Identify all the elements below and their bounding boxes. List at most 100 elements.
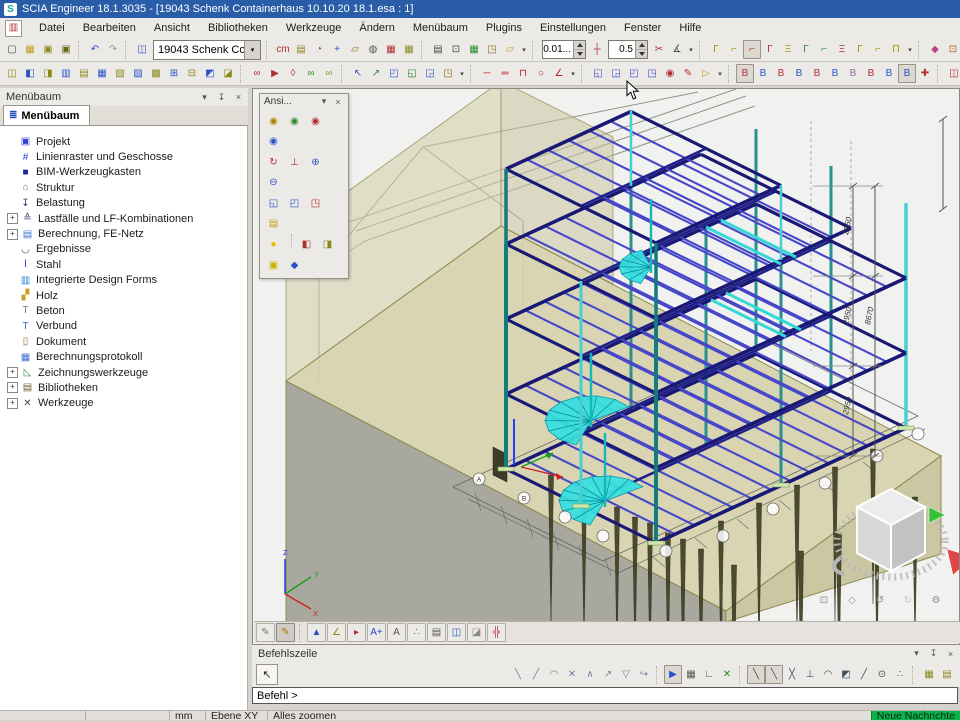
new-messages-badge[interactable]: Neue Nachrichte [871,711,960,720]
mesh-icon[interactable]: ◍ [364,40,382,59]
view-cube-icon[interactable]: ◇ [843,591,861,610]
labels-flag-icon[interactable]: ▸ [347,623,366,642]
sidebar-item-zeichnungswerkzeuge[interactable]: +◺Zeichnungswerkzeuge [0,365,247,380]
section-rect-icon[interactable]: ◫ [3,64,21,83]
bim-filter-icon[interactable]: B [862,64,880,83]
more-options-caret[interactable]: ▾ [686,41,696,58]
bim-convert-icon[interactable]: B [826,64,844,83]
export-icon[interactable]: ◳ [483,40,501,59]
expand-icon[interactable]: + [7,367,18,378]
menu-item-datei[interactable]: Datei [30,20,74,36]
panel-menu-arrow-icon[interactable]: ▾ [909,647,924,661]
snap-node-toggle-icon[interactable]: ┼ [588,40,606,59]
local-axes-icon[interactable]: ∠ [327,623,346,642]
print-icon[interactable]: ▤ [429,40,447,59]
more-options-caret[interactable]: ▾ [905,41,915,58]
user-angle-icon[interactable]: ∡ [668,40,686,59]
snap-line-icon[interactable]: ╲ [509,665,527,684]
dot-grid-icon[interactable]: ▦ [920,665,938,684]
close-icon[interactable]: × [231,90,246,104]
zoom-border-icon[interactable]: ⊡ [815,591,833,610]
crossing-beams-icon[interactable]: Γ [851,40,869,59]
expand-icon[interactable]: + [7,229,18,240]
bim-update-icon[interactable]: B [808,64,826,83]
bim-align-icon[interactable]: B [736,64,754,83]
snap-intersection-icon[interactable]: ╳ [783,665,801,684]
scale-spinner[interactable]: 0.5 [608,40,648,59]
sidebar-item-integrierte-design-forms[interactable]: ▥Integrierte Design Forms [0,273,247,288]
grid-snap-icon[interactable]: ▦ [682,665,700,684]
save-as-icon[interactable]: ▣ [57,40,75,59]
new-project-icon[interactable]: ▢ [3,40,21,59]
menu-item-menübaum[interactable]: Menübaum [404,20,477,36]
select-window-icon[interactable]: ◰ [385,64,403,83]
view-light-3-icon[interactable]: ◉ [305,111,326,131]
copy-multi-icon[interactable]: ◳ [643,64,661,83]
section-general-icon[interactable]: ▩ [147,64,165,83]
sidebar-item-belastung[interactable]: ↧Belastung [0,196,247,211]
pointer-mode-button[interactable]: ↖ [256,664,278,685]
more-options-caret[interactable]: ▾ [519,41,529,58]
zoom-in-icon[interactable]: ⊕ [305,152,326,172]
orbit-vertical-icon[interactable]: ↻ [899,591,917,610]
bim-member-icon[interactable]: B [790,64,808,83]
view-axes-icon[interactable]: ⊥ [284,152,305,172]
menu-item-bibliotheken[interactable]: Bibliotheken [199,20,277,36]
select-workplane-icon[interactable]: ◳ [439,64,457,83]
snap-line-2-icon[interactable]: ╱ [527,665,545,684]
more-options-caret[interactable]: ▾ [715,65,725,82]
sidebar-item-werkzeuge[interactable]: +✕Werkzeuge [0,396,247,411]
spin-down-icon[interactable] [574,50,585,58]
connect-members-icon[interactable]: ⌐ [869,40,887,59]
spin-up-icon[interactable] [636,41,647,50]
draw-rect-icon[interactable]: ⊓ [514,64,532,83]
panel-menu-arrow-icon[interactable]: ▾ [318,95,330,109]
colors-icon[interactable]: ◪ [467,623,486,642]
view-toolbar-header[interactable]: Ansi... ▾ × [260,94,348,109]
section-plate-icon[interactable]: ▨ [129,64,147,83]
pin-icon[interactable]: ↧ [214,90,229,104]
more-options-caret[interactable]: ▾ [457,65,467,82]
zoom-window-icon[interactable]: ◱ [263,193,284,213]
panel-menu-arrow-icon[interactable]: ▾ [197,90,212,104]
sidebar-item-linienraster-und-geschosse[interactable]: #Linienraster und Geschosse [0,149,247,164]
eye-redraw-icon[interactable]: ◉ [661,64,679,83]
snap-curve-icon[interactable]: ↪ [635,665,653,684]
section-u-icon[interactable]: ▥ [57,64,75,83]
section-i-icon[interactable]: ◧ [21,64,39,83]
draw-line-icon[interactable]: ─ [478,64,496,83]
section-viewer-icon[interactable]: ⊡ [944,40,960,59]
chevron-down-icon[interactable]: ▾ [244,41,260,59]
status-plane[interactable]: Ebene XY [206,711,268,720]
pin-icon[interactable]: ↧ [926,647,941,661]
snap-node-icon[interactable]: ◩ [837,665,855,684]
paste-props-icon[interactable]: ◲ [607,64,625,83]
save-icon[interactable]: ▣ [39,40,57,59]
opening-icon[interactable]: ⊟ [183,64,201,83]
member-buckling-icon[interactable]: ◆ [926,40,944,59]
orbit-icon[interactable]: ↺ [871,591,889,610]
cursor-snap-icon[interactable]: ▶ [664,665,682,684]
status-unit[interactable]: mm [170,711,206,720]
snap-perpendicular-icon[interactable]: ⊥ [801,665,819,684]
workspace-panel-icon[interactable]: ◫ [133,40,151,59]
fly-through-icon[interactable]: ▶ [266,64,284,83]
bim-check-icon[interactable]: B [772,64,790,83]
table-input-icon[interactable]: ▦ [400,40,418,59]
expand-icon[interactable]: + [7,398,18,409]
visibility-folder-icon[interactable]: ▤ [263,213,284,233]
bim-compare-icon[interactable]: B [844,64,862,83]
open-project-icon[interactable]: ▦ [21,40,39,59]
sidebar-item-projekt[interactable]: ▣Projekt [0,134,247,149]
view-settings-gear-icon[interactable]: ⚙ [927,591,945,610]
rib-icon[interactable]: ◩ [201,64,219,83]
menu-item-ändern[interactable]: Ändern [350,20,403,36]
support-fixed-icon[interactable]: Γ [797,40,815,59]
snap-arc-icon[interactable]: ◠ [545,665,563,684]
sidebar-item-stahl[interactable]: ⅠStahl [0,257,247,272]
rotate-view-icon[interactable]: ↻ [263,152,284,172]
precision-spinner[interactable]: 0.01... [542,40,586,59]
spinner-buttons[interactable] [573,41,585,58]
render-mode-icon[interactable]: ◆ [284,255,305,275]
hinge-rigid-icon[interactable]: Ξ [779,40,797,59]
